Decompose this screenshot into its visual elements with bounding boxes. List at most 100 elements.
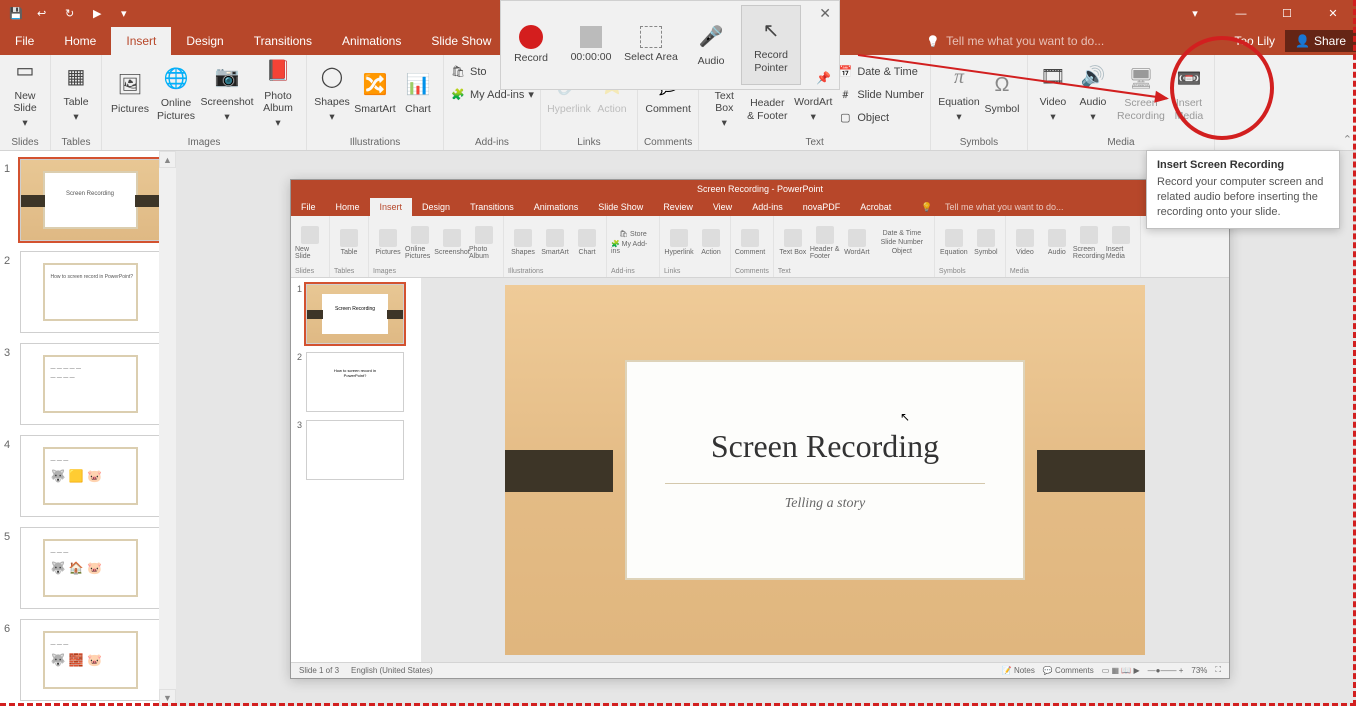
share-label: Share: [1314, 34, 1346, 48]
nested-status-notes: Notes: [1014, 666, 1035, 675]
smartart-button[interactable]: 🔀SmartArt: [353, 57, 397, 129]
nested-online-pictures: Online Pictures: [405, 246, 435, 260]
thumb-4[interactable]: 4— — —🐺 🟨 🐷: [4, 435, 172, 517]
undo-icon[interactable]: ↩: [37, 7, 51, 21]
minimize-button[interactable]: —: [1218, 0, 1264, 27]
nested-grp-images: Images: [373, 268, 499, 275]
group-symbols-label: Symbols: [960, 137, 998, 150]
timer-label: 00:00:00: [571, 51, 612, 63]
audio-toggle-button[interactable]: 🎤 Audio: [681, 5, 741, 85]
slide-number-button[interactable]: #️Slide Number: [837, 84, 924, 105]
thumb-title: How to screen record in PowerPoint?: [43, 263, 138, 321]
slide-canvas-area: Screen Recording - PowerPoint File Home …: [176, 151, 1356, 706]
group-media-label: Media: [1107, 137, 1134, 150]
recording-pin-icon[interactable]: 📌: [816, 71, 831, 85]
start-from-beginning-icon[interactable]: ▶: [93, 7, 107, 21]
nested-tab-file: File: [291, 198, 326, 216]
nested-tab-addins: Add-ins: [742, 198, 793, 216]
nested-powerpoint-screenshot: Screen Recording - PowerPoint File Home …: [290, 179, 1230, 679]
maximize-button[interactable]: ☐: [1264, 0, 1310, 27]
nested-slide-subtitle: Telling a story: [785, 496, 865, 512]
video-button[interactable]: 🎞Video▾: [1034, 57, 1072, 129]
new-slide-label: New Slide: [6, 90, 44, 114]
nested-action: Action: [701, 249, 720, 256]
qat-customize-icon[interactable]: ▾: [121, 7, 127, 20]
shapes-button[interactable]: ◯Shapes▾: [313, 57, 351, 129]
wordart-label: WordArt: [794, 96, 832, 108]
audio-button[interactable]: 🔊Audio▾: [1074, 57, 1112, 129]
record-pointer-button[interactable]: ↖Record Pointer: [741, 5, 801, 85]
nested-album: Photo Album: [469, 246, 499, 260]
thumb-5[interactable]: 5— — —🐺 🏠 🐷: [4, 527, 172, 609]
photo-album-button[interactable]: 📕Photo Album▾: [256, 57, 300, 129]
equation-label: Equation: [938, 96, 979, 108]
nested-grp-illus: Illustrations: [508, 268, 602, 275]
share-button[interactable]: 👤Share: [1285, 30, 1356, 52]
thumb-num: 5: [4, 527, 14, 609]
select-area-label: Select Area: [624, 51, 678, 63]
nested-slide-number: Slide Number: [881, 239, 923, 246]
audio-toggle-label: Audio: [698, 55, 725, 67]
select-area-button[interactable]: Select Area: [621, 5, 681, 85]
photo-album-label: Photo Album: [256, 90, 300, 114]
chart-button[interactable]: 📊Chart: [399, 57, 437, 129]
thumb-num: 4: [4, 435, 14, 517]
object-button[interactable]: ▢Object: [837, 107, 924, 128]
record-button[interactable]: Record: [501, 5, 561, 85]
scroll-up-icon[interactable]: ▲: [159, 151, 176, 168]
tab-home[interactable]: Home: [49, 27, 111, 55]
close-button[interactable]: ✕: [1310, 0, 1356, 27]
thumb-scrollbar[interactable]: ▲ ▼: [159, 151, 176, 706]
pictures-label: Pictures: [111, 103, 149, 115]
tab-design[interactable]: Design: [171, 27, 238, 55]
nested-thumb-title: How to screen record in PowerPoint?: [322, 362, 388, 402]
record-label: Record: [514, 52, 548, 64]
tab-file[interactable]: File: [0, 27, 49, 55]
nested-view-icons: ▭ ▦ 📖 ▶: [1102, 666, 1140, 675]
insert-media-button[interactable]: 📼Insert Media: [1170, 57, 1208, 129]
nested-comment: Comment: [735, 249, 765, 256]
ribbon-display-options[interactable]: ▾: [1172, 0, 1218, 27]
symbol-button[interactable]: ΩSymbol: [983, 57, 1021, 129]
nested-screenshot: Screenshot: [434, 249, 469, 256]
tooltip-body: Record your computer screen and related …: [1157, 175, 1329, 220]
tell-me-search[interactable]: Tell me what you want to do...: [926, 34, 1104, 48]
object-label: Object: [857, 112, 889, 124]
group-comments-label: Comments: [644, 137, 692, 150]
nested-wordart: WordArt: [844, 249, 870, 256]
nested-equation: Equation: [940, 249, 968, 256]
record-icon: [519, 25, 543, 49]
date-time-button[interactable]: 📅Date & Time: [837, 61, 924, 82]
my-addins-label: My Add-ins: [470, 89, 524, 101]
thumb-3[interactable]: 3— — — — —— — — —: [4, 343, 172, 425]
nested-video: Video: [1016, 249, 1034, 256]
slide-number-label: Slide Number: [857, 89, 924, 101]
tab-animations[interactable]: Animations: [327, 27, 416, 55]
nested-grp-links: Links: [664, 268, 726, 275]
thumb-6[interactable]: 6— — —🐺 🧱 🐷: [4, 619, 172, 701]
pictures-button[interactable]: 🖼Pictures: [108, 57, 152, 129]
tab-slideshow[interactable]: Slide Show: [416, 27, 506, 55]
thumb-1[interactable]: 1Screen Recording: [4, 159, 172, 241]
recording-close-icon[interactable]: ✕: [819, 5, 831, 22]
screenshot-button[interactable]: 📷Screenshot▾: [200, 57, 254, 129]
tooltip-title: Insert Screen Recording: [1157, 159, 1329, 171]
insert-media-label: Insert Media: [1170, 97, 1208, 121]
table-button[interactable]: ▦Table▾: [57, 57, 95, 129]
nested-tab-view: View: [703, 198, 742, 216]
online-pictures-label: Online Pictures: [154, 97, 198, 121]
nested-grp-media: Media: [1010, 268, 1136, 275]
microphone-icon: 🎤: [696, 22, 726, 52]
recording-toolbar: Record 00:00:00 Select Area 🎤 Audio ↖Reco…: [500, 0, 840, 90]
tab-transitions[interactable]: Transitions: [239, 27, 327, 55]
group-addins-label: Add-ins: [475, 137, 509, 150]
save-icon[interactable]: 💾: [9, 7, 23, 21]
thumb-num: 1: [4, 159, 14, 241]
online-pictures-button[interactable]: 🌐Online Pictures: [154, 57, 198, 129]
collapse-ribbon-icon[interactable]: ⌃: [1343, 133, 1352, 146]
redo-icon[interactable]: ↻: [65, 7, 79, 21]
tab-insert[interactable]: Insert: [111, 27, 171, 55]
new-slide-button[interactable]: ▭New Slide▾: [6, 57, 44, 129]
thumb-2[interactable]: 2How to screen record in PowerPoint?: [4, 251, 172, 333]
user-name[interactable]: Teo Lily: [1234, 34, 1275, 48]
